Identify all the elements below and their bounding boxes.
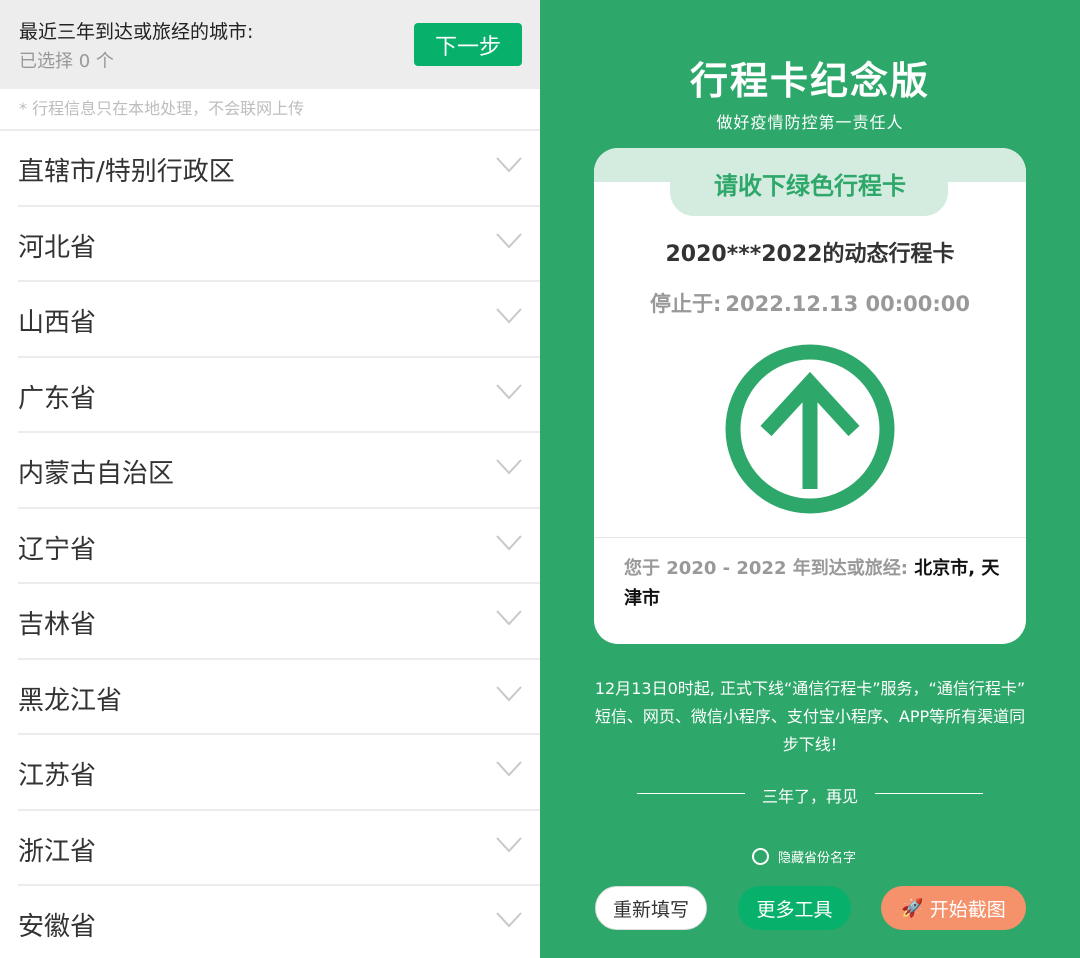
itinerary-card: 请收下绿色行程卡 2020***2022的动态行程卡 停止于: 2022.12.1… [594, 148, 1026, 644]
region-item[interactable]: 江苏省 [18, 733, 540, 809]
refill-button[interactable]: 重新填写 [595, 886, 707, 930]
up-arrow-icon [725, 344, 895, 514]
chevron-down-icon [496, 836, 522, 852]
hide-province-toggle[interactable]: 隐藏省份名字 [752, 846, 856, 866]
screenshot-button[interactable]: 🚀 开始截图 [881, 886, 1026, 930]
region-item[interactable]: 广东省 [18, 355, 540, 432]
shutdown-notice: 12月13日0时起, 正式下线“通信行程卡”服务，“通信行程卡” 短信、网页、微… [594, 679, 1026, 754]
chevron-down-icon [496, 308, 522, 324]
chevron-down-icon [496, 157, 522, 173]
stop-time-row: 停止于: 2022.12.13 00:00:00 [594, 288, 1026, 318]
region-label: 直辖市/特别行政区 [18, 157, 235, 187]
region-label: 河北省 [18, 232, 97, 263]
chevron-down-icon [496, 912, 522, 928]
chevron-down-icon [496, 685, 522, 701]
privacy-notice: * 行程信息只在本地处理，不会联网上传 [19, 99, 305, 118]
page-title: 行程卡纪念版 [689, 59, 930, 103]
region-item[interactable]: 安徽省 [18, 884, 540, 958]
selected-count: 已选择 0 个 [19, 51, 114, 72]
card-tab-label: 请收下绿色行程卡 [714, 172, 906, 200]
region-label: 黑龙江省 [18, 685, 123, 716]
screenshot-label: 开始截图 [929, 898, 1006, 921]
region-item[interactable]: 浙江省 [18, 808, 540, 885]
region-label: 吉林省 [18, 610, 97, 640]
region-item[interactable]: 直辖市/特别行政区 [0, 129, 540, 205]
more-tools-button[interactable]: 更多工具 [738, 886, 851, 930]
chevron-down-icon [496, 383, 522, 399]
card-heading: 2020***2022的动态行程卡 [665, 242, 955, 267]
chevron-down-icon [496, 534, 522, 550]
rocket-icon: 🚀 [901, 897, 924, 919]
radio-icon[interactable] [752, 847, 769, 865]
route-summary: 您于 2020 - 2022 年到达或旅经: 北京市, 天津市 [624, 554, 1004, 614]
chevron-down-icon [496, 610, 522, 626]
region-label: 辽宁省 [18, 534, 97, 565]
selector-title: 最近三年到达或旅经的城市: [19, 21, 254, 43]
region-item[interactable]: 山西省 [18, 280, 540, 356]
itinerary-card-pane: 行程卡纪念版 做好疫情防控第一责任人 请收下绿色行程卡 2020***2022的… [540, 0, 1080, 958]
region-label: 浙江省 [18, 836, 97, 867]
region-item[interactable]: 内蒙古自治区 [18, 431, 540, 507]
page-subtitle: 做好疫情防控第一责任人 [716, 113, 904, 132]
region-label: 广东省 [18, 383, 97, 414]
stop-time: 2022.12.13 00:00:00 [725, 292, 971, 316]
region-item[interactable]: 辽宁省 [18, 506, 540, 583]
selector-header: 最近三年到达或旅经的城市: 已选择 0 个 下一步 [0, 0, 540, 89]
region-item[interactable]: 河北省 [18, 204, 540, 281]
region-list: 直辖市/特别行政区 河北省 山西省 广东省 内蒙古自治区 辽宁省 吉林省 黑龙江… [0, 129, 540, 958]
chevron-down-icon [496, 232, 522, 248]
region-label: 山西省 [18, 308, 97, 338]
next-step-button[interactable]: 下一步 [414, 23, 522, 66]
city-selector-pane: 最近三年到达或旅经的城市: 已选择 0 个 下一步 * 行程信息只在本地处理，不… [0, 0, 540, 958]
region-item[interactable]: 吉林省 [18, 582, 540, 658]
chevron-down-icon [496, 761, 522, 777]
region-label: 安徽省 [18, 912, 97, 942]
hide-province-label: 隐藏省份名字 [778, 850, 857, 866]
divider-line-right [875, 793, 983, 794]
chevron-down-icon [496, 459, 522, 475]
farewell-text: 三年了，再见 [761, 787, 858, 806]
route-prefix: 您于 2020 - 2022 年到达或旅经: [624, 558, 908, 579]
stop-label: 停止于: [649, 292, 722, 316]
region-label: 江苏省 [18, 761, 97, 791]
region-label: 内蒙古自治区 [18, 459, 175, 489]
card-divider [594, 537, 1026, 538]
region-item[interactable]: 黑龙江省 [18, 657, 540, 734]
